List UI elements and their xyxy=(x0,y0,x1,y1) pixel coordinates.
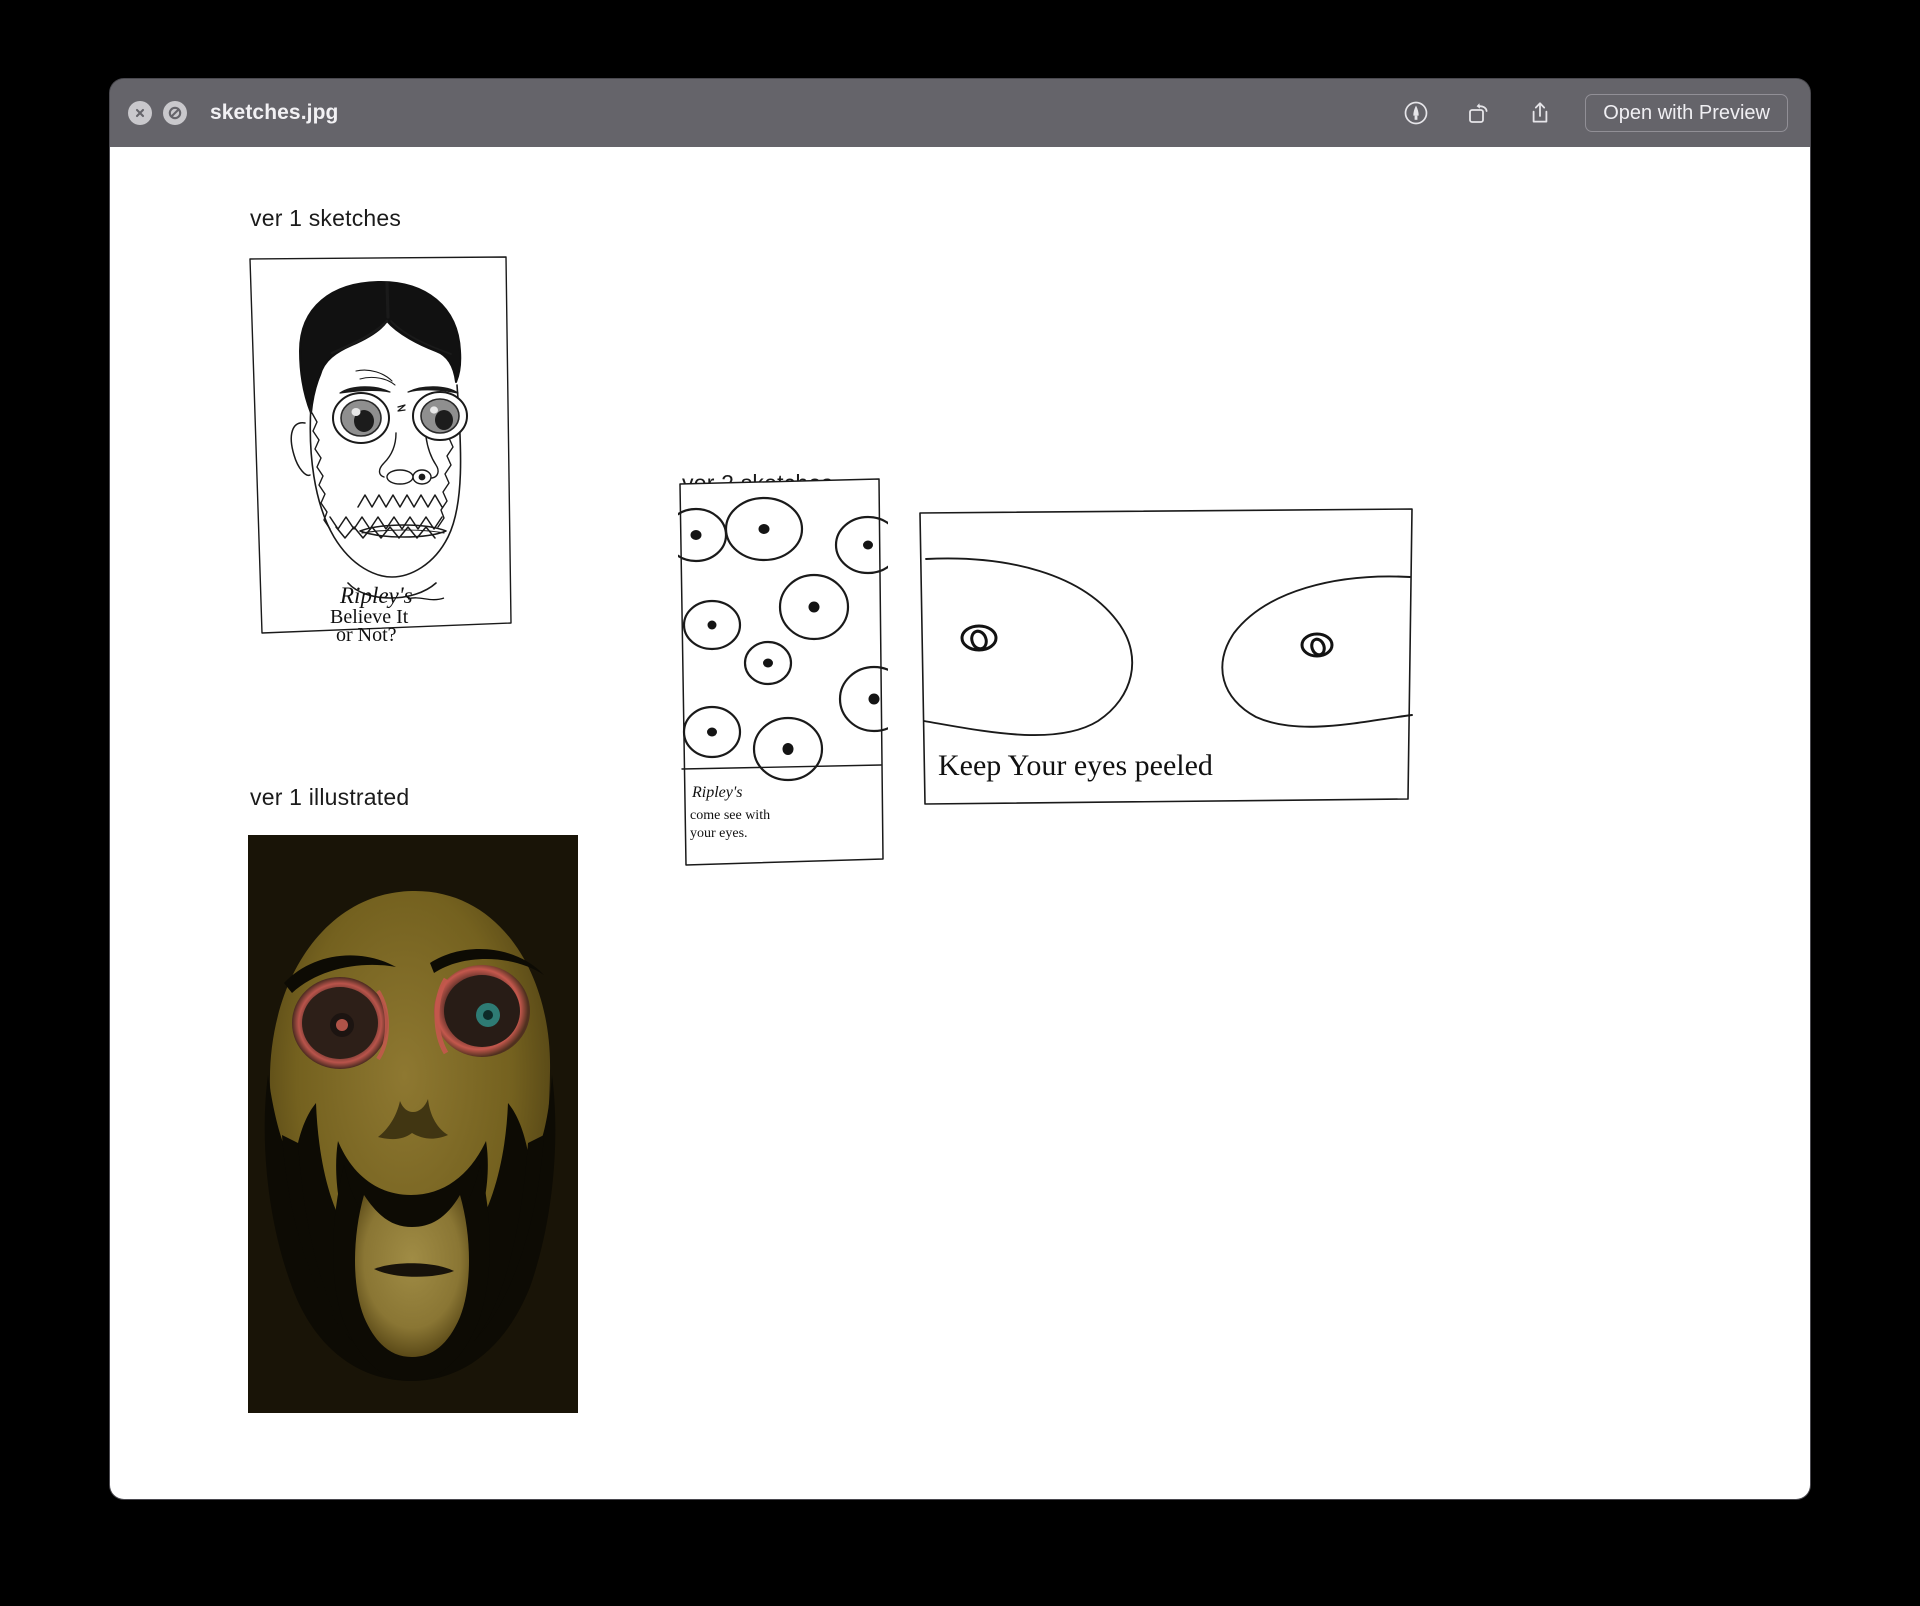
quicklook-toolbar: sketches.jpg Open with Preview xyxy=(110,79,1810,147)
close-button[interactable] xyxy=(128,101,152,125)
toolbar-actions: Open with Preview xyxy=(1399,94,1794,132)
window-title: sketches.jpg xyxy=(210,101,339,124)
handwriting-or-not: or Not? xyxy=(336,624,397,645)
two-big-eyes-poster-drawing: Keep Your eyes peeled xyxy=(919,508,1413,805)
open-with-preview-button[interactable]: Open with Preview xyxy=(1585,94,1788,132)
slash-circle-icon xyxy=(168,106,182,120)
handwriting-come-see: come see with xyxy=(690,808,770,823)
artwork-ver2-big-eyes: Keep Your eyes peeled xyxy=(916,507,1416,807)
handwriting-ripleys: Ripley's xyxy=(339,583,413,608)
label-ver1-illustrated: ver 1 illustrated xyxy=(250,784,410,810)
handwriting-your-eyes: your eyes. xyxy=(690,826,748,841)
artwork-ver1-sketch: Ripley's Believe It or Not? xyxy=(248,255,578,645)
markup-button[interactable] xyxy=(1399,96,1433,130)
share-upload-icon xyxy=(1532,102,1548,123)
quicklook-window: sketches.jpg Open with Preview ver 1 ske… xyxy=(110,79,1810,1499)
window-controls: sketches.jpg xyxy=(128,101,338,125)
rotate-left-icon xyxy=(1469,103,1488,123)
portrait-sketch-drawing: Ripley's Believe It or Not? xyxy=(249,256,512,645)
illustrated-portrait-painting xyxy=(248,835,578,1413)
artwork-ver1-illustrated xyxy=(248,835,578,1413)
many-eyes-poster-drawing: Ripley's come see with your eyes. xyxy=(678,478,888,866)
share-button[interactable] xyxy=(1523,96,1557,130)
handwriting-keep-eyes-peeled: Keep Your eyes peeled xyxy=(938,749,1213,782)
markup-pen-icon xyxy=(1404,101,1428,125)
label-ver1-sketches: ver 1 sketches xyxy=(250,205,402,231)
image-viewer-canvas: ver 1 sketches ver 1 illustrated ver 2 s… xyxy=(110,147,1810,1499)
artwork-ver2-eyes-grid: Ripley's come see with your eyes. xyxy=(678,477,888,867)
no-entry-button[interactable] xyxy=(163,101,187,125)
close-x-icon xyxy=(135,108,145,118)
handwriting-ripleys-v2: Ripley's xyxy=(691,784,743,801)
rotate-button[interactable] xyxy=(1461,96,1495,130)
